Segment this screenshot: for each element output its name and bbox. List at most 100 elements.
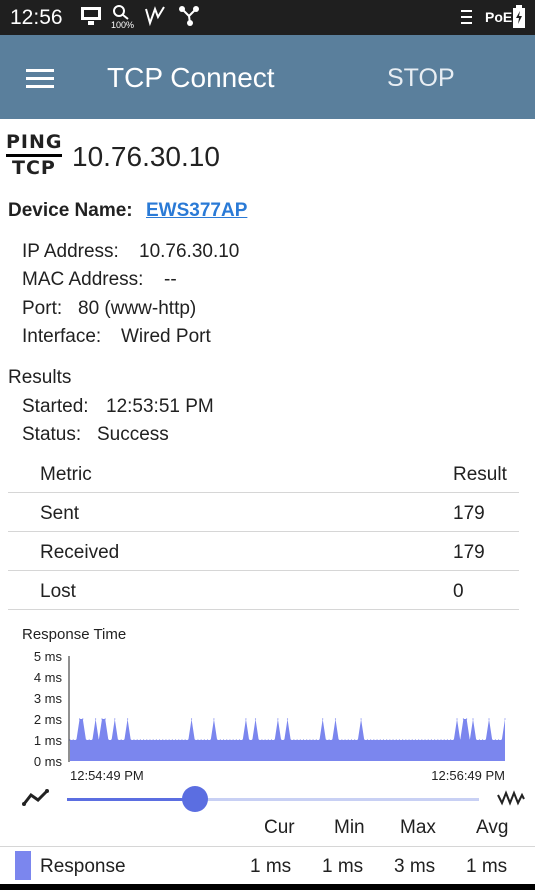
data-point [110,739,113,741]
data-point [238,739,241,741]
data-point [258,739,260,741]
data-point [366,739,369,741]
data-point [267,739,269,741]
metric-cell: Lost [40,581,76,602]
data-point [315,739,317,741]
data-point [325,739,327,741]
data-point [386,739,388,741]
data-point [242,739,244,741]
data-point [421,739,423,741]
stop-button[interactable]: STOP [387,64,455,93]
data-point [299,739,301,741]
waveform-icon[interactable] [497,789,525,814]
data-point [69,739,71,741]
ip-address-value: 10.76.30.10 [139,241,240,262]
data-point [210,739,212,741]
bottom-edge [0,884,535,890]
data-point [347,739,349,741]
data-point [434,739,436,741]
result-cell: 179 [453,503,485,524]
data-point [485,739,487,741]
zoom-slider-thumb[interactable] [181,786,208,812]
data-point [488,718,490,720]
result-cell: 179 [453,542,485,563]
data-point [104,718,106,720]
avg-header: Avg [476,817,509,838]
app-bar: TCP Connect STOP [0,35,535,119]
started-value: 12:53:51 PM [106,396,214,417]
data-point [389,739,391,741]
results-heading: Results [8,367,72,388]
data-point [446,739,449,741]
data-point [373,739,375,741]
data-point [427,739,429,741]
data-point [405,739,407,741]
data-point [235,739,237,741]
data-point [472,718,474,720]
data-point [354,739,356,741]
status-bar: 12:56 100% PoE [0,0,535,35]
data-point [251,739,253,741]
monitor-icon [80,6,102,31]
data-point [146,739,148,741]
data-point [152,739,154,741]
data-point [181,739,183,741]
data-point [280,739,282,741]
data-point [334,718,337,720]
device-name-link[interactable]: EWS377AP [146,200,247,222]
legend-swatch [15,851,31,880]
y-tick-label: 0 ms [34,754,63,769]
data-point [306,739,308,741]
data-point [155,739,157,741]
data-point [270,739,273,741]
data-point [286,718,289,720]
data-point [290,739,292,741]
data-point [459,739,461,741]
data-point [114,718,116,720]
data-point [357,739,359,741]
data-point [469,739,471,741]
data-point [453,739,455,741]
data-point [82,718,84,720]
logo-line-1: PING [6,131,63,153]
min-value: 1 ms [322,856,364,877]
data-point [190,718,193,720]
data-point [302,739,305,741]
data-point [322,718,324,720]
data-point [187,739,189,741]
data-point [283,739,285,741]
chart-title: Response Time [22,626,126,643]
mac-address-label: MAC Address: [22,269,144,290]
data-point [162,739,164,741]
data-point [75,739,77,741]
data-point [117,739,119,741]
data-point [363,739,365,741]
data-point [219,739,221,741]
trend-line-icon[interactable] [22,788,50,813]
port-label: Port: [22,298,63,319]
data-point [79,718,81,720]
response-time-chart: Response Time 5 ms 4 ms 3 ms 2 ms 1 ms 0 ms 1… [22,626,506,783]
data-point [229,739,231,741]
data-point [277,718,279,720]
data-point [274,739,276,741]
data-point [498,739,500,741]
data-point [293,739,295,741]
data-point [437,739,439,741]
data-point [450,739,452,741]
ping-tcp-logo: PING TCP [6,131,63,179]
data-point [360,718,362,720]
data-point [475,739,477,741]
metric-header: Metric [40,464,92,485]
data-point [382,739,385,741]
data-point [165,739,167,741]
data-point [408,739,410,741]
data-point [501,739,503,741]
data-point [133,739,135,741]
menu-icon[interactable] [26,69,54,89]
data-point [222,739,225,741]
result-header: Result [453,464,507,485]
mac-address-value: -- [164,269,177,290]
data-point [203,739,205,741]
data-point [344,739,346,741]
